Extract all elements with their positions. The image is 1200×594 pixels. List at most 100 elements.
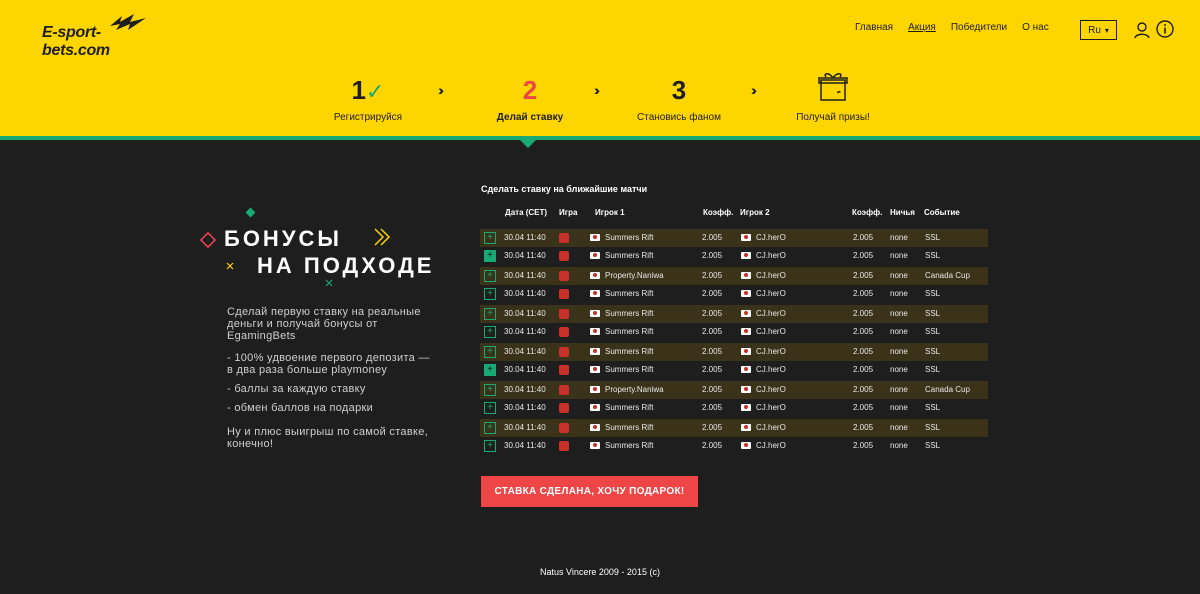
cell-odds1[interactable]: 2.005 [702,423,722,432]
cell-odds2[interactable]: 2.005 [853,271,873,280]
table-row[interactable]: +30.04 11:40 Summers Rift 2.005 CJ.herO 2.00… [480,343,988,361]
cell-player1[interactable]: Summers Rift [605,403,653,412]
cell-odds2[interactable]: 2.005 [853,423,873,432]
step-register: 1✓ Регистрируйся [293,74,443,123]
add-bet-icon[interactable]: + [484,270,496,282]
cell-odds1[interactable]: 2.005 [702,327,722,336]
add-bet-icon[interactable]: + [484,232,496,244]
cell-player1[interactable]: Summers Rift [605,423,653,432]
nav-home[interactable]: Главная [855,22,893,33]
flag-icon [590,252,600,259]
add-bet-icon[interactable]: + [484,308,496,320]
cell-odds2[interactable]: 2.005 [853,365,873,374]
cell-odds1[interactable]: 2.005 [702,385,722,394]
cell-draw[interactable]: none [890,385,908,394]
cell-odds2[interactable]: 2.005 [853,385,873,394]
table-row[interactable]: +30.04 11:40 Summers Rift 2.005 CJ.herO 2.00… [480,437,988,455]
cell-draw[interactable]: none [890,289,908,298]
add-bet-icon[interactable]: + [484,422,496,434]
table-row[interactable]: +30.04 11:40 Summers Rift 2.005 CJ.herO 2.00… [480,247,988,265]
cell-event: SSL [925,365,941,374]
add-bet-icon[interactable]: + [484,288,496,300]
cell-draw[interactable]: none [890,365,908,374]
table-row[interactable]: +30.04 11:40 Summers Rift 2.005 CJ.herO 2.00… [480,305,988,323]
flag-icon [741,424,751,431]
table-row[interactable]: +30.04 11:40 Summers Rift 2.005 CJ.herO 2.00… [480,361,988,379]
cell-odds2[interactable]: 2.005 [853,403,873,412]
user-icon[interactable] [1134,21,1150,39]
cell-draw[interactable]: none [890,309,908,318]
table-row[interactable]: +30.04 11:40 Summers Rift 2.005 CJ.herO 2.00… [480,323,988,341]
footer-copyright: Natus Vincere 2009 - 2015 (c) [540,567,660,577]
cell-draw[interactable]: none [890,271,908,280]
cell-player1[interactable]: Property.Naniwa [605,271,664,280]
table-row[interactable]: +30.04 11:40 Property.Naniwa 2.005 CJ.herO 2… [480,381,988,399]
cell-odds1[interactable]: 2.005 [702,365,722,374]
nav-about[interactable]: О нас [1022,22,1049,33]
cell-event: SSL [925,233,941,242]
add-bet-icon[interactable]: + [484,402,496,414]
table-row[interactable]: +30.04 11:40 Summers Rift 2.005 CJ.herO 2.00… [480,419,988,437]
table-row[interactable]: +30.04 11:40 Summers Rift 2.005 CJ.herO 2.00… [480,399,988,417]
cell-player2[interactable]: CJ.herO [756,271,786,280]
cell-odds2[interactable]: 2.005 [853,441,873,450]
cell-odds1[interactable]: 2.005 [702,403,722,412]
add-bet-icon[interactable]: + [484,346,496,358]
cell-draw[interactable]: none [890,423,908,432]
nav-winners[interactable]: Победители [951,22,1007,33]
cell-date: 30.04 11:40 [504,327,546,336]
logo[interactable]: E-sport-bets.com [40,12,150,59]
cell-draw[interactable]: none [890,233,908,242]
cell-player2[interactable]: CJ.herO [756,289,786,298]
add-bet-icon[interactable]: + [484,384,496,396]
add-bet-icon[interactable]: + [484,364,496,376]
table-row[interactable]: +30.04 11:40 Property.Naniwa 2.005 CJ.herO 2… [480,267,988,285]
cell-odds1[interactable]: 2.005 [702,347,722,356]
cell-player2[interactable]: CJ.herO [756,385,786,394]
cell-player2[interactable]: CJ.herO [756,251,786,260]
cell-player1[interactable]: Summers Rift [605,441,653,450]
table-row[interactable]: +30.04 11:40 Summers Rift 2.005 CJ.herO 2.00… [480,285,988,303]
cell-player2[interactable]: CJ.herO [756,441,786,450]
cell-odds2[interactable]: 2.005 [853,233,873,242]
cell-player2[interactable]: CJ.herO [756,365,786,374]
cell-odds1[interactable]: 2.005 [702,271,722,280]
cell-player1[interactable]: Summers Rift [605,233,653,242]
cell-odds2[interactable]: 2.005 [853,309,873,318]
info-icon[interactable] [1156,20,1174,38]
cell-player1[interactable]: Summers Rift [605,251,653,260]
cell-player2[interactable]: CJ.herO [756,233,786,242]
add-bet-icon[interactable]: + [484,250,496,262]
cell-player1[interactable]: Summers Rift [605,347,653,356]
cell-player2[interactable]: CJ.herO [756,327,786,336]
cell-odds1[interactable]: 2.005 [702,251,722,260]
cell-odds1[interactable]: 2.005 [702,233,722,242]
nav-promo[interactable]: Акция [908,22,936,33]
cell-player1[interactable]: Summers Rift [605,289,653,298]
cell-player1[interactable]: Summers Rift [605,327,653,336]
cell-draw[interactable]: none [890,403,908,412]
cell-player2[interactable]: CJ.herO [756,309,786,318]
cell-player2[interactable]: CJ.herO [756,423,786,432]
cell-player2[interactable]: CJ.herO [756,347,786,356]
cell-draw[interactable]: none [890,441,908,450]
cell-draw[interactable]: none [890,327,908,336]
cell-odds2[interactable]: 2.005 [853,289,873,298]
table-row[interactable]: +30.04 11:40 Summers Rift 2.005 CJ.herO 2.00… [480,229,988,247]
cell-odds2[interactable]: 2.005 [853,251,873,260]
cell-odds1[interactable]: 2.005 [702,289,722,298]
cell-player2[interactable]: CJ.herO [756,403,786,412]
cell-odds1[interactable]: 2.005 [702,441,722,450]
cell-draw[interactable]: none [890,251,908,260]
bet-done-button[interactable]: СТАВКА СДЕЛАНА, ХОЧУ ПОДАРОК! [481,476,698,507]
language-select[interactable]: Ru ▾ [1080,20,1117,40]
cell-odds2[interactable]: 2.005 [853,347,873,356]
cell-player1[interactable]: Property.Naniwa [605,385,664,394]
add-bet-icon[interactable]: + [484,326,496,338]
cell-player1[interactable]: Summers Rift [605,365,653,374]
cell-draw[interactable]: none [890,347,908,356]
add-bet-icon[interactable]: + [484,440,496,452]
cell-player1[interactable]: Summers Rift [605,309,653,318]
cell-odds1[interactable]: 2.005 [702,309,722,318]
cell-odds2[interactable]: 2.005 [853,327,873,336]
